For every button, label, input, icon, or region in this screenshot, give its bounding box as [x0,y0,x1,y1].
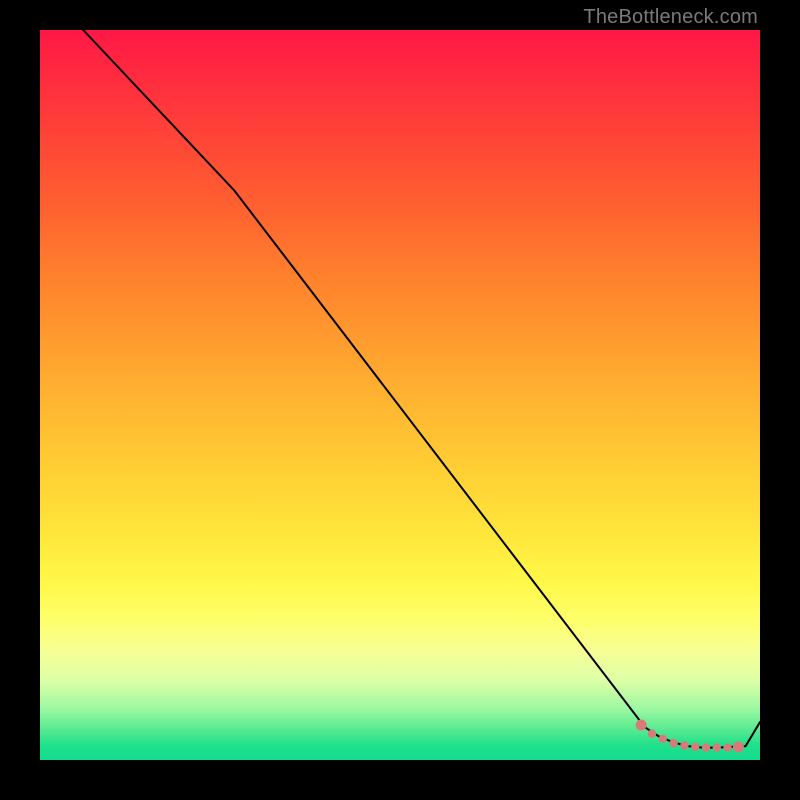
highlight-dot [680,741,688,749]
highlight-dot [648,730,656,738]
highlight-dot [636,719,647,730]
highlight-dot [702,743,710,751]
chart-stage: TheBottleneck.com [0,0,800,800]
highlight-dot [691,743,699,751]
plot-area [40,30,760,760]
series-line [83,30,760,748]
highlight-dot [713,743,721,751]
highlight-dot [723,743,731,751]
attribution-label: TheBottleneck.com [583,6,758,29]
highlight-dot [733,741,744,752]
highlight-dot [659,735,667,743]
chart-svg [40,30,760,760]
highlight-dot [669,739,677,747]
